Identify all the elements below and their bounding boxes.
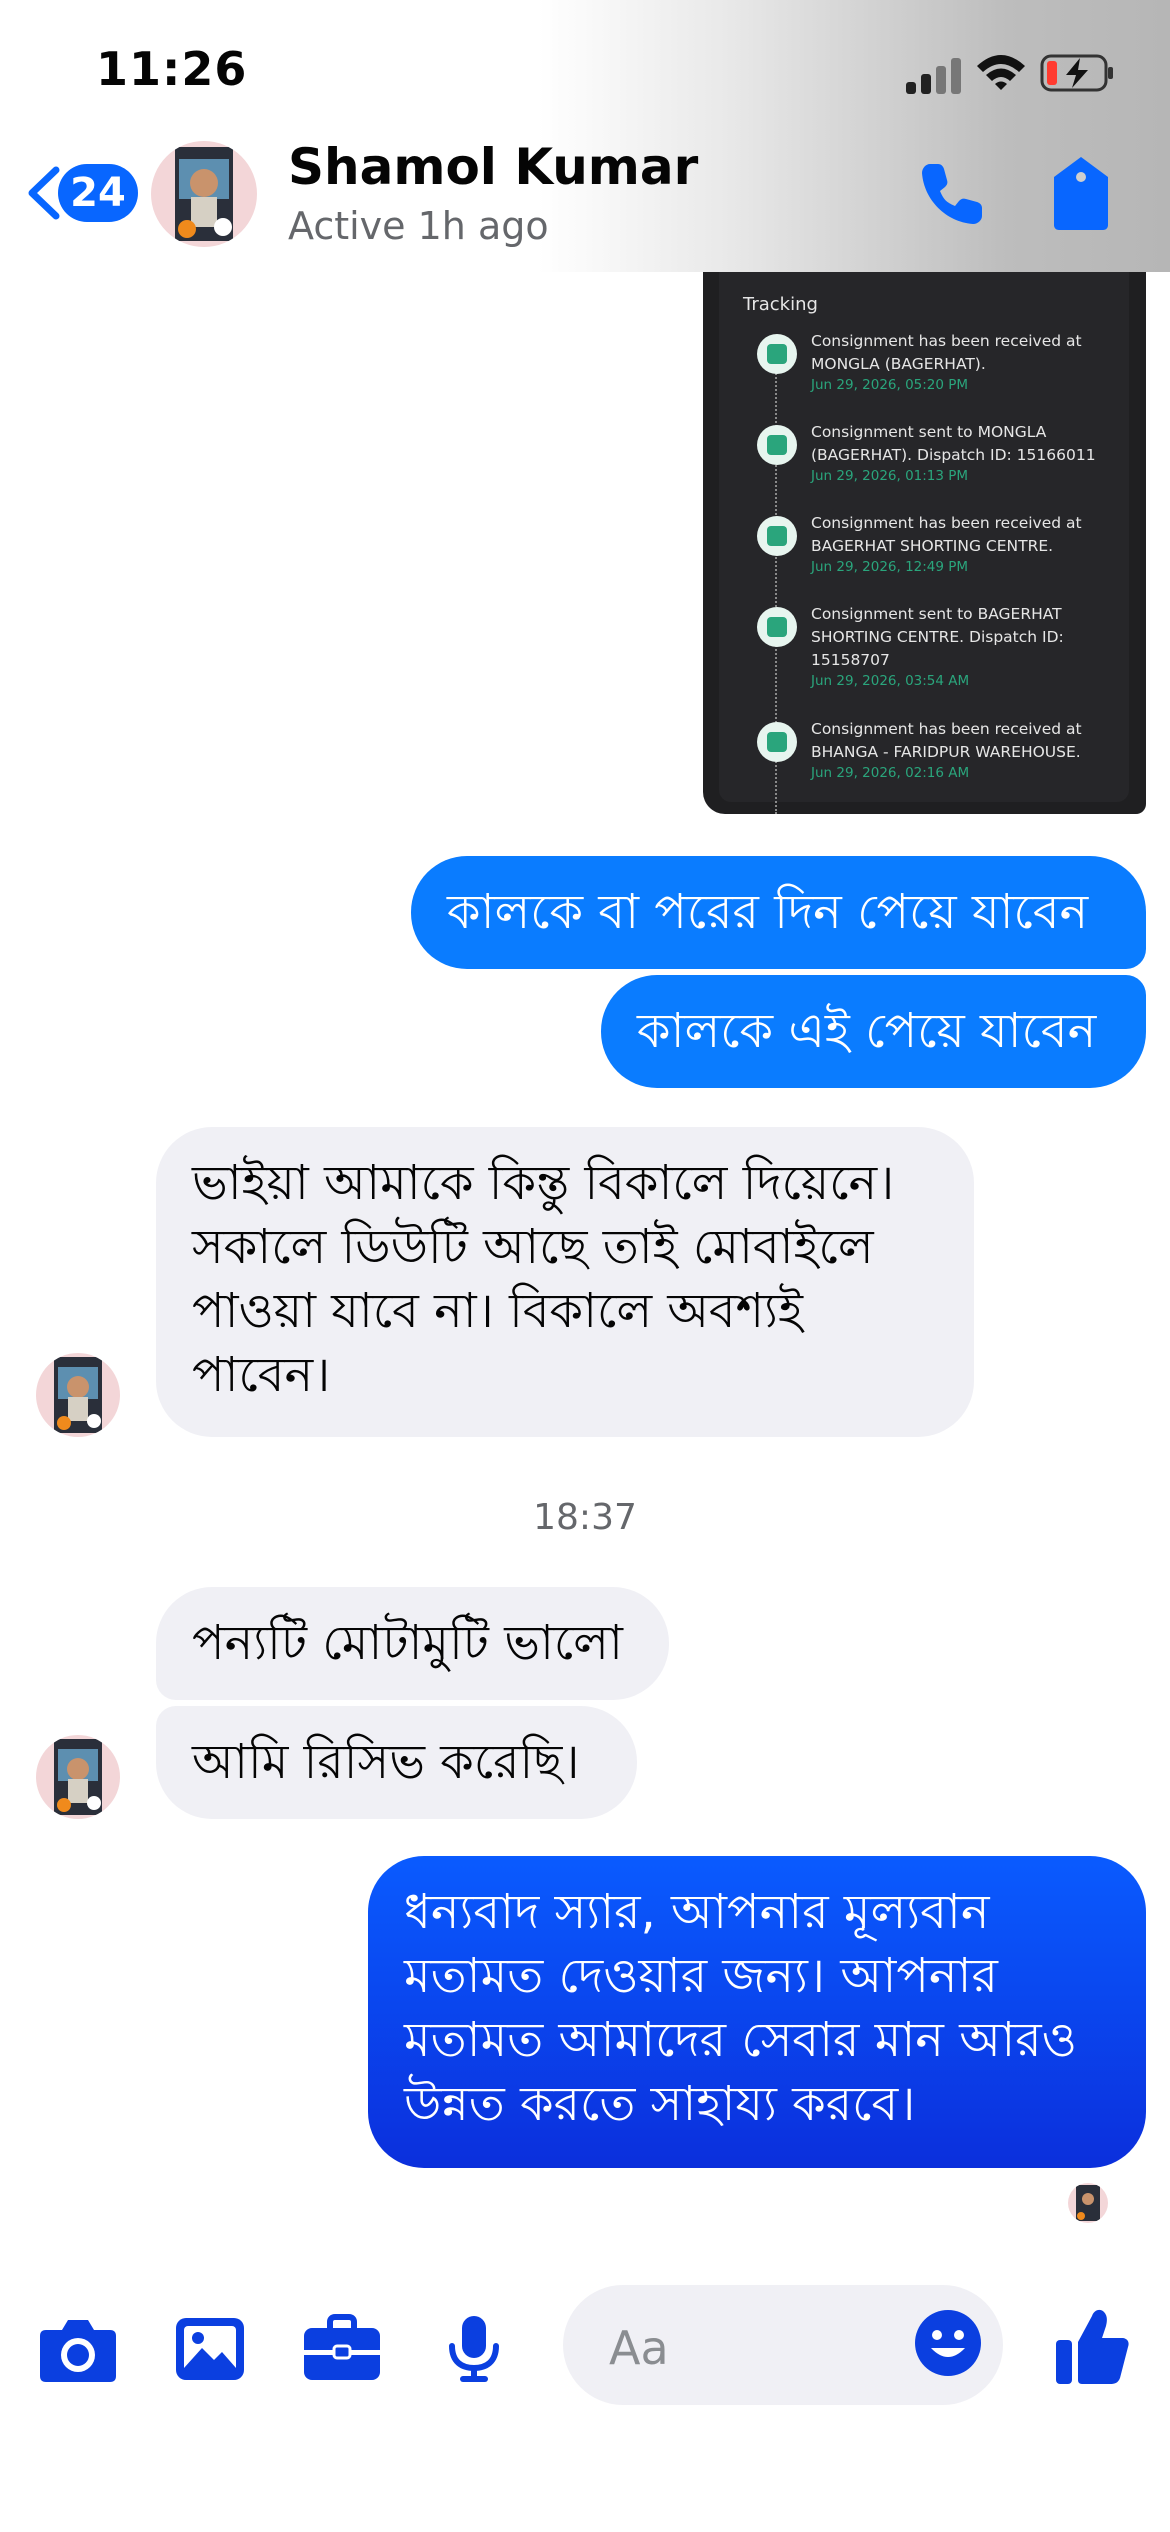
tracking-event-date: Jun 29, 2026, 01:13 PM: [811, 468, 969, 484]
tracking-event-text: Consignment sent to BAGERHAT SHORTING CE…: [811, 605, 1064, 669]
incoming-message[interactable]: পন্যটি মোটামুটি ভালো: [156, 1587, 669, 1700]
sender-avatar[interactable]: [36, 1353, 120, 1437]
thumbs-up-icon[interactable]: [1054, 2306, 1130, 2386]
outgoing-message[interactable]: ধন্যবাদ স্যার, আপনার মূল্যবান মতামত দেওয…: [368, 1856, 1146, 2168]
tracking-screenshot-image[interactable]: Tracking Consignment has been received a…: [703, 272, 1146, 814]
tracking-event-text: Consignment has been received at MONGLA …: [811, 332, 1082, 373]
phone-icon[interactable]: [916, 158, 988, 230]
outgoing-message[interactable]: কালকে এই পেয়ে যাবেন: [601, 975, 1146, 1088]
camera-icon[interactable]: [38, 2314, 118, 2384]
tracking-event-date: Jun 29, 2026, 05:20 PM: [811, 377, 969, 393]
check-icon: [757, 516, 797, 556]
status-bar: 11:26: [0, 0, 1170, 140]
check-icon: [757, 425, 797, 465]
cellular-signal-icon: [906, 58, 961, 94]
outgoing-message[interactable]: কালকে বা পরের দিন পেয়ে যাবেন: [411, 856, 1146, 969]
tracking-event-text: Consignment has been received at BAGERHA…: [811, 514, 1082, 555]
gallery-icon[interactable]: [170, 2314, 250, 2384]
tracking-title: Tracking: [743, 294, 818, 315]
tracking-event-date: Jun 29, 2026, 12:49 PM: [811, 559, 969, 575]
tracking-event-date: Jun 29, 2026, 02:16 AM: [811, 765, 970, 781]
tracking-event-text: Consignment sent to MONGLA (BAGERHAT). D…: [811, 423, 1096, 464]
avatar-image: [175, 147, 233, 241]
contact-name[interactable]: Shamol Kumar: [288, 138, 698, 196]
check-icon: [757, 607, 797, 647]
incoming-message[interactable]: ভাইয়া আমাকে কিন্তু বিকালে দিয়েনে। সকাল…: [156, 1127, 974, 1437]
briefcase-icon[interactable]: [302, 2314, 382, 2384]
message-composer: Aa: [0, 2270, 1170, 2420]
wifi-icon: [977, 55, 1025, 90]
unread-count-badge: 24: [58, 164, 138, 222]
tracking-event-date: Jun 29, 2026, 03:54 AM: [811, 673, 970, 689]
seen-receipt-avatar: [1068, 2183, 1108, 2223]
check-icon: [757, 722, 797, 762]
tag-icon[interactable]: [1052, 155, 1110, 231]
message-input-placeholder: Aa: [609, 2321, 669, 2375]
sender-avatar[interactable]: [36, 1735, 120, 1819]
message-timestamp: 18:37: [533, 1497, 637, 1538]
clock: 11:26: [96, 42, 248, 96]
avatar-image: [1076, 2185, 1100, 2221]
tracking-event-text: Consignment has been received at BHANGA …: [811, 720, 1082, 761]
emoji-icon[interactable]: [913, 2308, 983, 2378]
battery-charging-icon: [1040, 54, 1113, 92]
check-icon: [757, 334, 797, 374]
avatar-image: [54, 1739, 102, 1815]
incoming-message[interactable]: আমি রিসিভ করেছি।: [156, 1706, 637, 1819]
active-status: Active 1h ago: [288, 204, 549, 248]
microphone-icon[interactable]: [434, 2314, 514, 2384]
tracking-panel: Tracking Consignment has been received a…: [719, 272, 1129, 814]
back-button[interactable]: 24: [24, 160, 138, 224]
avatar-image: [54, 1357, 102, 1433]
message-input-field[interactable]: Aa: [563, 2285, 1003, 2405]
contact-avatar[interactable]: [151, 141, 257, 247]
